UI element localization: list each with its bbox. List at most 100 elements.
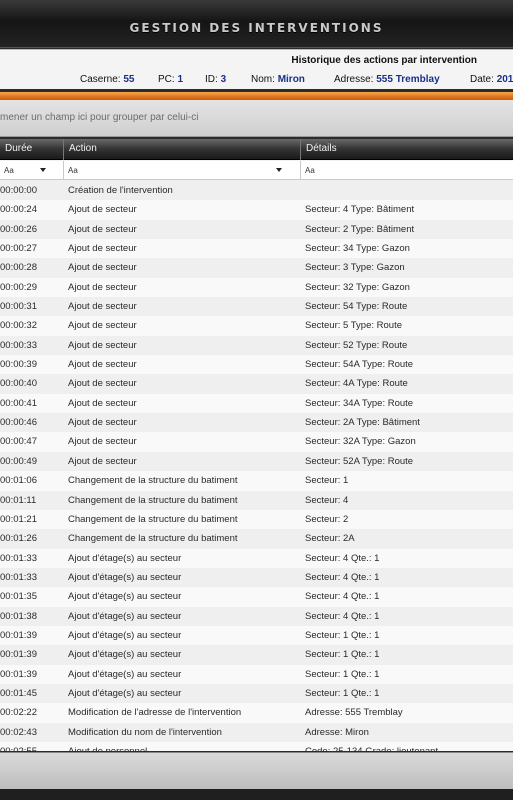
table-row[interactable]: 00:00:33 Ajout de secteur Secteur: 52 Type… [0, 335, 513, 356]
cell-action: Ajout de secteur [68, 378, 137, 390]
intervention-info-panel: Historique des actions par intervention … [0, 49, 513, 89]
table-row[interactable]: 00:01:11 Changement de la structure du ba… [0, 490, 513, 510]
table-row[interactable]: 00:00:24 Ajout de secteur Secteur: 4 Type:… [0, 200, 513, 220]
filter-details[interactable]: Aa [300, 161, 513, 180]
table-row[interactable]: 00:01:21 Changement de la structure du ba… [0, 509, 513, 530]
cell-action: Ajout de secteur [68, 397, 137, 409]
filter-row: Aa Aa Aa [0, 161, 513, 180]
cell-action: Ajout de secteur [68, 262, 137, 274]
cell-action: Ajout de secteur [68, 204, 137, 216]
filter-duree[interactable]: Aa [0, 161, 62, 180]
table-row[interactable]: 00:00:41 Ajout de secteur Secteur: 34A Typ… [0, 393, 513, 414]
table-row[interactable]: 00:00:46 Ajout de secteur Secteur: 2A Type… [0, 413, 513, 433]
cell-details: Secteur: 4 Qte.: 1 [305, 591, 380, 603]
table-row[interactable]: 00:01:33 Ajout d'étage(s) au secteur Secte… [0, 548, 513, 568]
panel-subtitle: Historique des actions par intervention [291, 55, 477, 66]
cell-action: Ajout d'étage(s) au secteur [68, 591, 182, 603]
cell-duree: 00:00:29 [0, 281, 37, 293]
group-drop-area[interactable]: mener un champ ici pour grouper par celu… [0, 100, 513, 137]
cell-action: Ajout d'étage(s) au secteur [68, 649, 182, 661]
cell-duree: 00:01:35 [0, 591, 37, 603]
cell-duree: 00:00:31 [0, 301, 37, 313]
cell-details: Secteur: 32 Type: Gazon [305, 281, 410, 293]
cell-details: Adresse: Miron [305, 726, 369, 738]
table-row[interactable]: 00:00:47 Ajout de secteur Secteur: 32A Typ… [0, 432, 513, 452]
actions-grid: Durée Action Détails Aa Aa Aa 00:00:00 Cr… [0, 139, 513, 751]
column-header-duree[interactable]: Durée [0, 139, 62, 160]
cell-details: Secteur: 4 Qte.: 1 [305, 552, 380, 564]
filter-action[interactable]: Aa [63, 161, 300, 180]
cell-details: Secteur: 4 Type: Bâtiment [305, 204, 415, 216]
column-header-details[interactable]: Détails [300, 139, 513, 160]
table-row[interactable]: 00:00:26 Ajout de secteur Secteur: 2 Type:… [0, 219, 513, 240]
table-row[interactable]: 00:02:22 Modification de l'adresse de l'i… [0, 703, 513, 723]
table-row[interactable]: 00:00:29 Ajout de secteur Secteur: 32 Type… [0, 277, 513, 298]
table-row[interactable]: 00:02:43 Modification du nom de l'interve… [0, 722, 513, 742]
cell-action: Ajout de secteur [68, 320, 137, 332]
field-id: ID: 3 [205, 74, 227, 85]
table-row[interactable]: 00:01:45 Ajout d'étage(s) au secteur Secte… [0, 683, 513, 704]
cell-details: Secteur: 2A Type: Bâtiment [305, 417, 420, 429]
cell-action: Ajout d'étage(s) au secteur [68, 571, 182, 583]
table-row[interactable]: 00:00:28 Ajout de secteur Secteur: 3 Type:… [0, 258, 513, 278]
cell-duree: 00:01:39 [0, 649, 37, 661]
cell-details: Secteur: 52 Type: Route [305, 339, 408, 351]
cell-duree: 00:01:06 [0, 475, 37, 487]
cell-details: Secteur: 4 Qte.: 1 [305, 571, 380, 583]
cell-action: Ajout de secteur [68, 417, 137, 429]
chevron-down-icon[interactable] [276, 168, 282, 172]
chevron-down-icon[interactable] [40, 168, 46, 172]
table-row[interactable]: 00:00:39 Ajout de secteur Secteur: 54A Typ… [0, 355, 513, 375]
cell-duree: 00:01:33 [0, 552, 37, 564]
table-row[interactable]: 00:01:39 Ajout d'étage(s) au secteur Secte… [0, 645, 513, 665]
cell-action: Ajout de secteur [68, 339, 137, 351]
table-row[interactable]: 00:01:39 Ajout d'étage(s) au secteur Secte… [0, 625, 513, 646]
table-row[interactable]: 00:02:55 Ajout de personnel Code: 25-134 G… [0, 741, 513, 751]
cell-details: Secteur: 34 Type: Gazon [305, 243, 410, 255]
cell-details: Secteur: 4A Type: Route [305, 378, 408, 390]
cell-duree: 00:01:11 [0, 494, 37, 506]
table-row[interactable]: 00:01:39 Ajout d'étage(s) au secteur Secte… [0, 664, 513, 684]
table-row[interactable]: 00:01:26 Changement de la structure du ba… [0, 529, 513, 549]
table-row[interactable]: 00:00:00 Création de l'intervention [0, 181, 513, 201]
field-nom: Nom: Miron [251, 74, 305, 85]
footer-bar [0, 752, 513, 789]
table-row[interactable]: 00:00:49 Ajout de secteur Secteur: 52A Typ… [0, 451, 513, 472]
table-row[interactable]: 00:00:27 Ajout de secteur Secteur: 34 Type… [0, 239, 513, 259]
field-adresse: Adresse: 555 Tremblay [334, 74, 440, 85]
cell-action: Ajout de secteur [68, 436, 137, 448]
cell-action: Ajout de secteur [68, 455, 137, 467]
cell-details: Secteur: 32A Type: Gazon [305, 436, 416, 448]
cell-duree: 00:00:49 [0, 455, 37, 467]
table-row[interactable]: 00:01:38 Ajout d'étage(s) au secteur Secte… [0, 606, 513, 626]
intervention-fields: Caserne: 55 PC: 1 ID: 3 Nom: Miron Adres… [0, 74, 513, 88]
cell-details: Secteur: 2A [305, 533, 355, 545]
cell-duree: 00:01:33 [0, 571, 37, 583]
cell-details: Secteur: 1 Qte.: 1 [305, 668, 380, 680]
table-row[interactable]: 00:00:40 Ajout de secteur Secteur: 4A Type… [0, 374, 513, 394]
cell-details: Secteur: 54A Type: Route [305, 359, 414, 371]
cell-action: Ajout de secteur [68, 243, 137, 255]
cell-action: Ajout de secteur [68, 223, 137, 235]
cell-duree: 00:02:22 [0, 707, 37, 719]
cell-action: Création de l'intervention [68, 185, 173, 196]
cell-action: Changement de la structure du batiment [68, 475, 238, 487]
cell-duree: 00:00:27 [0, 243, 37, 255]
cell-details: Secteur: 2 [305, 513, 349, 525]
cell-duree: 00:00:24 [0, 204, 37, 216]
cell-details: Secteur: 2 Type: Bâtiment [305, 223, 415, 235]
table-row[interactable]: 00:01:06 Changement de la structure du ba… [0, 471, 513, 491]
cell-duree: 00:00:26 [0, 223, 37, 235]
cell-duree: 00:00:39 [0, 359, 37, 371]
grid-header: Durée Action Détails [0, 139, 513, 160]
table-row[interactable]: 00:00:32 Ajout de secteur Secteur: 5 Type:… [0, 316, 513, 336]
cell-duree: 00:02:55 [0, 746, 37, 751]
table-row[interactable]: 00:01:35 Ajout d'étage(s) au secteur Secte… [0, 587, 513, 607]
table-row[interactable]: 00:01:33 Ajout d'étage(s) au secteur Secte… [0, 567, 513, 588]
field-caserne: Caserne: 55 [80, 74, 135, 85]
cell-duree: 00:00:32 [0, 320, 37, 332]
cell-action: Ajout de personnel [68, 746, 147, 751]
column-header-action[interactable]: Action [63, 139, 300, 160]
table-row[interactable]: 00:00:31 Ajout de secteur Secteur: 54 Type… [0, 297, 513, 317]
cell-details: Secteur: 3 Type: Gazon [305, 262, 405, 274]
